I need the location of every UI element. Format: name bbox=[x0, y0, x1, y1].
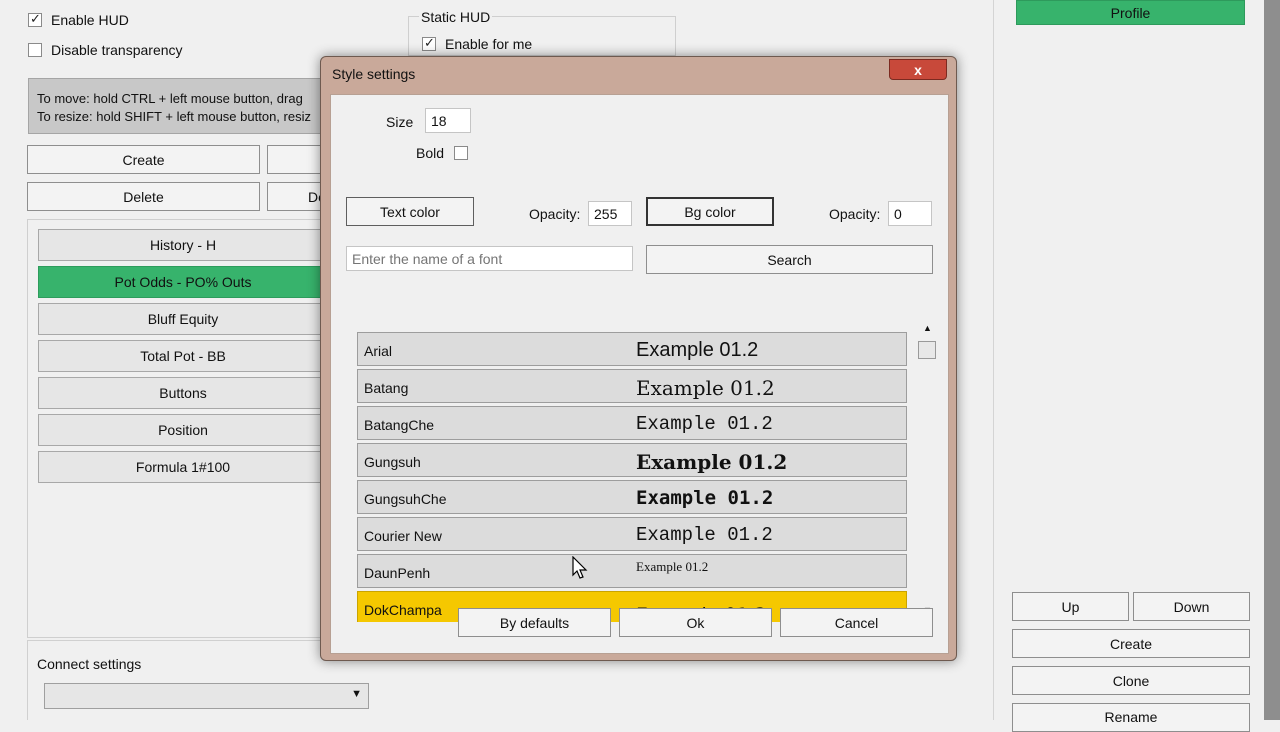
font-name: Arial bbox=[364, 343, 393, 359]
font-search-input[interactable] bbox=[346, 246, 633, 271]
font-name: Batang bbox=[364, 380, 409, 396]
disable-transparency-label: Disable transparency bbox=[51, 42, 183, 58]
font-row[interactable]: DaunPenh Example 01.2 bbox=[357, 554, 907, 588]
help-line-resize: To resize: hold SHIFT + left mouse butto… bbox=[37, 109, 311, 124]
static-hud-title: Static HUD bbox=[419, 9, 493, 25]
font-name: Gungsuh bbox=[364, 454, 421, 470]
size-input[interactable] bbox=[425, 108, 471, 133]
font-example: Example 01.2 bbox=[636, 524, 773, 546]
stat-item[interactable]: Total Pot - BB bbox=[38, 340, 328, 372]
bg-opacity-label: Opacity: bbox=[829, 206, 881, 222]
font-name: DaunPenh bbox=[364, 565, 431, 581]
enable-hud-checkbox[interactable] bbox=[28, 11, 42, 27]
second-stat-button[interactable] bbox=[267, 145, 323, 174]
font-row[interactable]: Arial Example 01.2 bbox=[357, 332, 907, 366]
font-name: BatangChe bbox=[364, 417, 435, 433]
font-example: Example 01.2 bbox=[636, 339, 759, 361]
font-list-scrollbar[interactable]: ▲ ▼ bbox=[916, 323, 942, 619]
font-name: GungsuhChe bbox=[364, 491, 447, 507]
text-opacity-input[interactable] bbox=[588, 201, 632, 226]
dialog-client: Size Bold Text color Opacity: Bg color O… bbox=[330, 94, 949, 654]
down-button[interactable]: Down bbox=[1133, 592, 1250, 621]
cancel-button[interactable]: Cancel bbox=[780, 608, 933, 637]
text-color-button[interactable]: Text color bbox=[346, 197, 474, 226]
stat-item[interactable]: Bluff Equity bbox=[38, 303, 328, 335]
bold-checkbox[interactable] bbox=[454, 146, 468, 160]
create-profile-button[interactable]: Create bbox=[1012, 629, 1250, 658]
stat-item[interactable]: Position bbox=[38, 414, 328, 446]
bg-color-button[interactable]: Bg color bbox=[646, 197, 774, 226]
delete-stat-button[interactable]: Delete bbox=[27, 182, 260, 211]
font-row[interactable]: Batang Example 01.2 bbox=[357, 369, 907, 403]
scroll-up-icon[interactable]: ▲ bbox=[923, 323, 932, 333]
enable-hud-label: Enable HUD bbox=[51, 12, 129, 28]
size-label: Size bbox=[386, 114, 414, 130]
help-box: To move: hold CTRL + left mouse button, … bbox=[28, 78, 323, 134]
bg-opacity-input[interactable] bbox=[888, 201, 932, 226]
stat-item[interactable]: History - H bbox=[38, 229, 328, 261]
window-edge bbox=[1264, 0, 1280, 720]
font-row[interactable]: BatangChe Example 01.2 bbox=[357, 406, 907, 440]
disable-transparency-checkbox[interactable] bbox=[28, 43, 42, 57]
partial-stat-button[interactable]: De bbox=[267, 182, 326, 211]
up-button[interactable]: Up bbox=[1012, 592, 1129, 621]
stat-item[interactable]: Buttons bbox=[38, 377, 328, 409]
stat-item[interactable]: Formula 1#100 bbox=[38, 451, 328, 483]
stat-item[interactable]: Pot Odds - PO% Outs bbox=[38, 266, 328, 298]
search-button[interactable]: Search bbox=[646, 245, 933, 274]
mouse-cursor-icon bbox=[572, 556, 588, 579]
font-name: Courier New bbox=[364, 528, 442, 544]
font-name: DokChampa bbox=[364, 602, 442, 618]
by-defaults-button[interactable]: By defaults bbox=[458, 608, 611, 637]
help-line-move: To move: hold CTRL + left mouse button, … bbox=[37, 91, 303, 106]
create-stat-button[interactable]: Create bbox=[27, 145, 260, 174]
enable-for-me-label: Enable for me bbox=[445, 36, 533, 52]
dialog-title: Style settings bbox=[332, 66, 416, 82]
close-button[interactable]: x bbox=[889, 59, 947, 80]
ok-button[interactable]: Ok bbox=[619, 608, 772, 637]
bold-label: Bold bbox=[416, 145, 445, 161]
font-row[interactable]: GungsuhChe Example 01.2 bbox=[357, 480, 907, 514]
font-list: Arial Example 01.2 Batang Example 01.2 Batan… bbox=[357, 332, 909, 622]
scroll-thumb[interactable] bbox=[918, 341, 936, 359]
text-opacity-label: Opacity: bbox=[529, 206, 581, 222]
style-settings-dialog: Style settings x Size Bold Text color Op… bbox=[320, 56, 957, 661]
font-example: Example 01.2 bbox=[636, 376, 775, 400]
enable-for-me-checkbox[interactable] bbox=[422, 35, 436, 51]
font-example: Example 01.2 bbox=[636, 487, 774, 509]
font-example: Example 01.2 bbox=[636, 559, 709, 574]
font-row[interactable]: Gungsuh Example 01.2 bbox=[357, 443, 907, 477]
profile-button[interactable]: Profile bbox=[1016, 0, 1245, 25]
close-icon: x bbox=[914, 61, 922, 78]
font-example: Example 01.2 bbox=[636, 413, 773, 435]
clone-profile-button[interactable]: Clone bbox=[1012, 666, 1250, 695]
rename-profile-button[interactable]: Rename bbox=[1012, 703, 1250, 732]
font-example: Example 01.2 bbox=[636, 450, 788, 474]
font-row[interactable]: Courier New Example 01.2 bbox=[357, 517, 907, 551]
